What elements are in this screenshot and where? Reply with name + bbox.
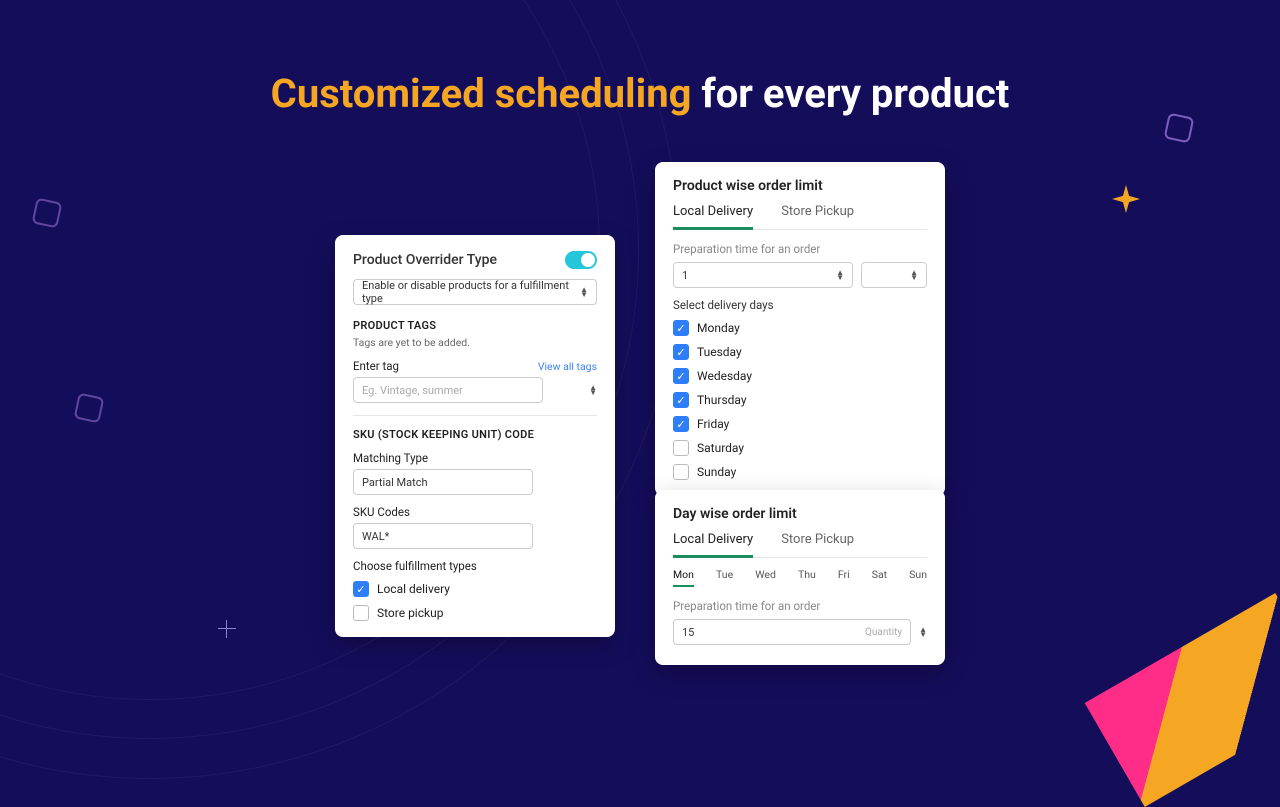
product-tags-helper: Tags are yet to be added. [353,336,597,349]
product-tags-heading: PRODUCT TAGS [353,319,597,332]
prep-time-unit-select[interactable]: ▲▼ [861,262,927,288]
day-label: Monday [697,321,740,335]
store-pickup-label: Store pickup [377,606,443,620]
overrider-title: Product Overrider Type [353,252,497,268]
matching-type-input[interactable]: Partial Match [353,469,533,495]
product-limit-card: Product wise order limit Local Delivery … [655,162,945,496]
view-all-tags-link[interactable]: View all tags [538,360,597,373]
tab-store-pickup[interactable]: Store Pickup [781,204,854,229]
day-tab[interactable]: Wed [755,568,776,587]
prep-time-label: Preparation time for an order [673,599,927,613]
local-delivery-checkbox[interactable]: ✓ [353,581,369,597]
matching-type-label: Matching Type [353,451,597,465]
enter-tag-label: Enter tag [353,359,399,373]
stepper-icon[interactable]: ▲▼ [919,627,927,637]
prep-time-input[interactable]: 1 ▲▼ [673,262,853,288]
prep-time-input[interactable]: 15 Quantity [673,619,911,645]
day-label: Tuesday [697,345,742,359]
chevron-updown-icon: ▲▼ [910,270,918,280]
choose-fulfillment-label: Choose fulfillment types [353,559,597,573]
sku-codes-label: SKU Codes [353,505,597,519]
day-checkbox[interactable]: ✓ [673,344,689,360]
face-icon [1164,113,1195,144]
tab-local-delivery[interactable]: Local Delivery [673,204,753,230]
tag-input[interactable]: Eg. Vintage, summer [353,377,543,403]
select-days-label: Select delivery days [673,298,927,312]
chevron-updown-icon: ▲▼ [580,287,588,297]
day-checkbox[interactable]: ✓ [673,392,689,408]
day-limit-title: Day wise order limit [673,506,927,522]
day-checkbox[interactable]: ✓ [673,368,689,384]
day-tab[interactable]: Tue [716,568,733,587]
day-label: Saturday [697,441,744,455]
day-label: Friday [697,417,729,431]
day-tab[interactable]: Mon [673,568,694,587]
tab-local-delivery[interactable]: Local Delivery [673,532,753,558]
fulfillment-type-select[interactable]: Enable or disable products for a fulfill… [353,279,597,305]
face-icon [74,393,105,424]
sku-heading: SKU (STOCK KEEPING UNIT) CODE [353,428,597,441]
cursor-crosshair-icon [218,620,236,638]
page-title: Customized scheduling for every product [0,70,1280,117]
stepper-icon: ▲▼ [836,270,844,280]
decorative-stripe [1085,593,1280,807]
product-overrider-card: Product Overrider Type Enable or disable… [335,235,615,637]
day-checkbox[interactable] [673,440,689,456]
day-tab[interactable]: Fri [838,568,850,587]
store-pickup-checkbox[interactable] [353,605,369,621]
sku-codes-input[interactable]: WAL* [353,523,533,549]
day-tab[interactable]: Sat [872,568,887,587]
star-icon [1112,185,1140,213]
prep-time-label: Preparation time for an order [673,242,927,256]
day-label: Wedesday [697,369,752,383]
day-label: Sunday [697,465,736,479]
local-delivery-label: Local delivery [377,582,450,596]
day-limit-card: Day wise order limit Local Delivery Stor… [655,490,945,665]
day-tab[interactable]: Sun [909,568,927,587]
day-checkbox[interactable]: ✓ [673,320,689,336]
day-checkbox[interactable]: ✓ [673,416,689,432]
tab-store-pickup[interactable]: Store Pickup [781,532,854,557]
day-label: Thursday [697,393,747,407]
overrider-toggle[interactable] [565,251,597,269]
chevron-updown-icon: ▲▼ [589,385,597,395]
product-limit-title: Product wise order limit [673,178,927,194]
day-tab[interactable]: Thu [798,568,816,587]
day-checkbox[interactable] [673,464,689,480]
face-icon [32,198,63,229]
